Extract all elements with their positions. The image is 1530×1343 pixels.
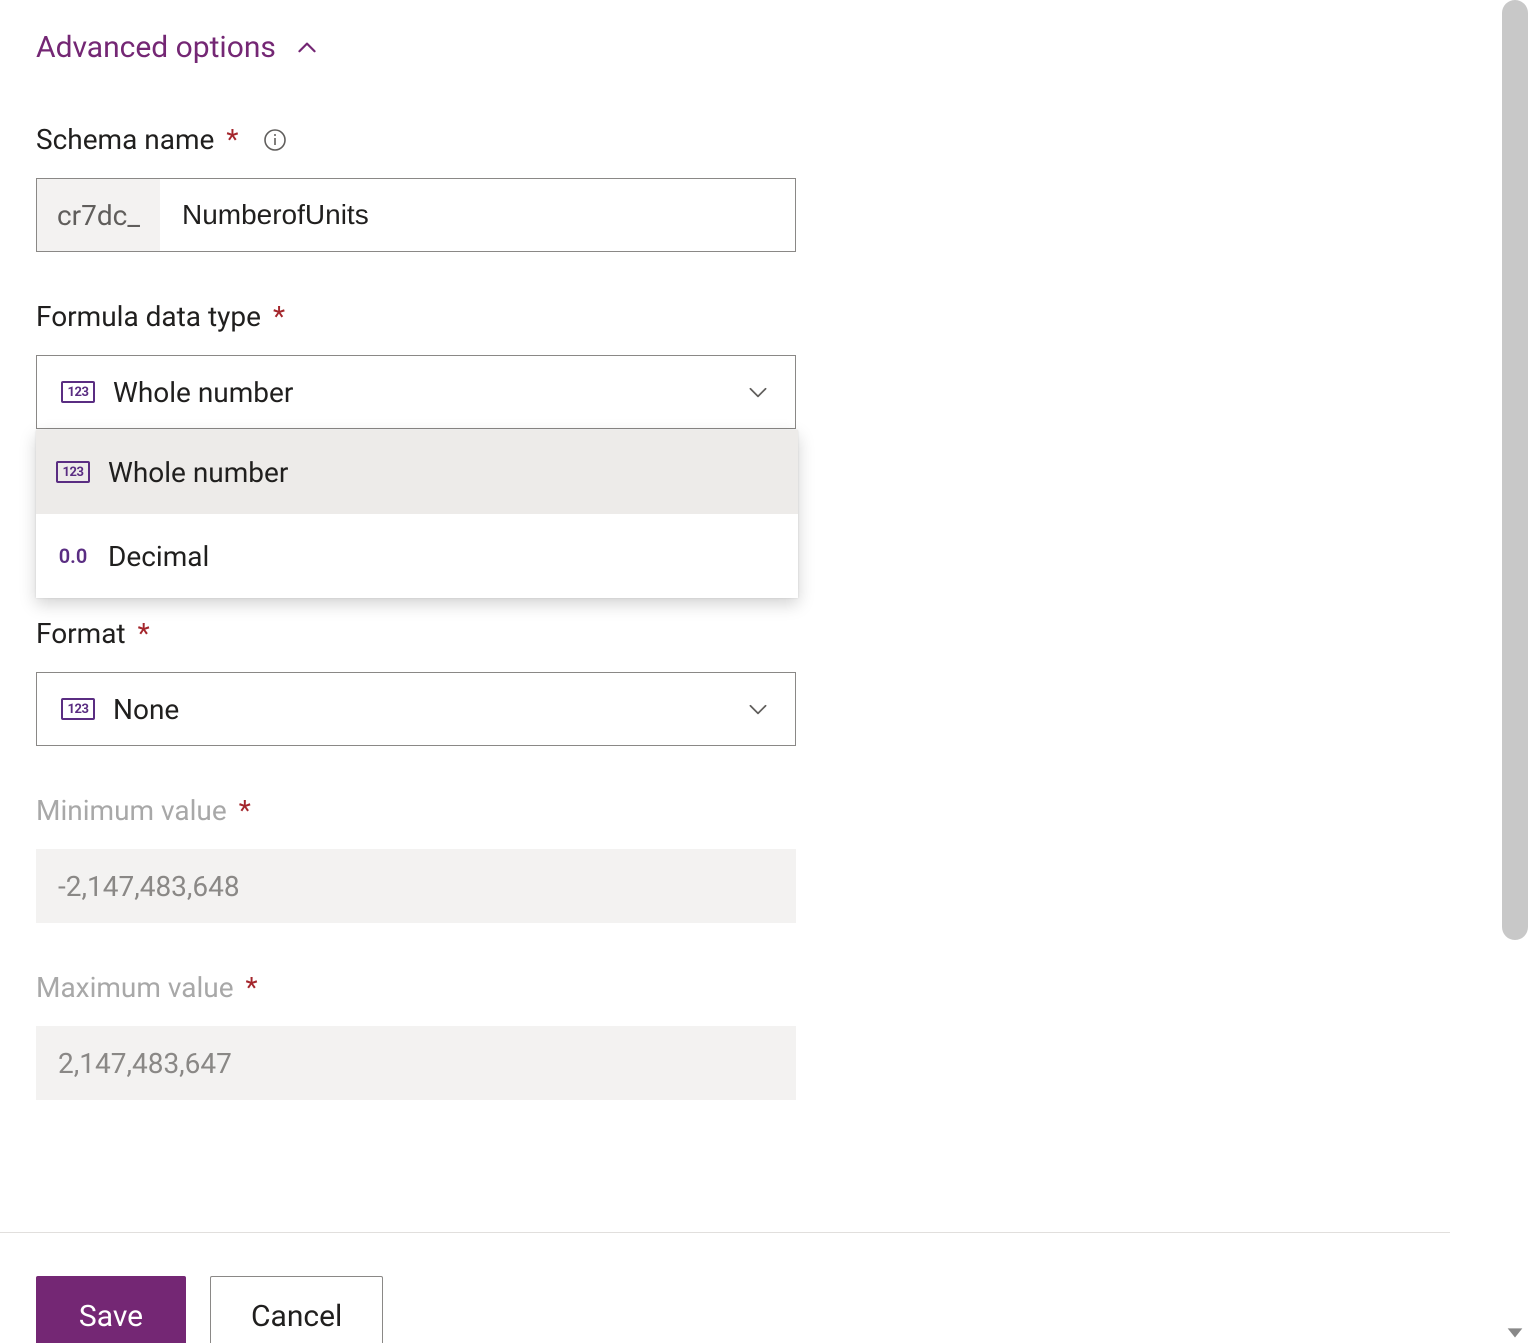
number-type-icon: 123 — [61, 381, 95, 403]
formula-data-type-select[interactable]: 123 Whole number 123 Whole number — [36, 355, 796, 429]
minimum-value-label: Minimum value — [36, 794, 227, 827]
cancel-button[interactable]: Cancel — [210, 1276, 383, 1343]
required-asterisk: * — [273, 303, 285, 331]
format-label: Format — [36, 617, 126, 650]
schema-name-label: Schema name — [36, 123, 214, 156]
formula-data-type-label: Formula data type — [36, 300, 261, 333]
chevron-up-icon — [294, 35, 320, 61]
chevron-down-icon — [745, 696, 771, 722]
required-asterisk: * — [246, 974, 258, 1002]
footer: Save Cancel — [36, 1276, 383, 1343]
save-button[interactable]: Save — [36, 1276, 186, 1343]
dropdown-option-label: Whole number — [108, 456, 288, 489]
scroll-down-arrow-icon[interactable] — [1504, 1321, 1526, 1343]
number-type-icon: 123 — [56, 461, 90, 483]
formula-data-type-selected: Whole number — [113, 376, 745, 409]
formula-data-type-dropdown: 123 Whole number 0.0 Decimal — [36, 430, 798, 598]
schema-name-field-group: Schema name * cr7dc_ — [36, 123, 1454, 252]
format-field-group: Format * 123 None — [36, 617, 1454, 746]
footer-divider — [0, 1232, 1450, 1233]
maximum-value-text: 2,147,483,647 — [58, 1047, 232, 1080]
chevron-down-icon — [745, 379, 771, 405]
minimum-value-field-group: Minimum value * -2,147,483,648 — [36, 794, 1454, 923]
scrollbar-thumb[interactable] — [1502, 0, 1528, 940]
advanced-options-toggle[interactable]: Advanced options — [36, 30, 320, 65]
formula-data-type-field-group: Formula data type * 123 Whole number — [36, 300, 1454, 429]
required-asterisk: * — [138, 620, 150, 648]
decimal-type-icon: 0.0 — [56, 545, 90, 567]
required-asterisk: * — [239, 797, 251, 825]
maximum-value-field-group: Maximum value * 2,147,483,647 — [36, 971, 1454, 1100]
dropdown-option-whole-number[interactable]: 123 Whole number — [36, 430, 798, 514]
dropdown-option-decimal[interactable]: 0.0 Decimal — [36, 514, 798, 598]
number-type-icon: 123 — [61, 698, 95, 720]
dropdown-option-label: Decimal — [108, 540, 209, 573]
advanced-options-label: Advanced options — [36, 30, 276, 65]
minimum-value-text: -2,147,483,648 — [58, 870, 240, 903]
info-icon[interactable] — [262, 127, 288, 153]
maximum-value-input: 2,147,483,647 — [36, 1026, 796, 1100]
schema-name-input-wrap: cr7dc_ — [36, 178, 796, 252]
format-select[interactable]: 123 None — [36, 672, 796, 746]
maximum-value-label: Maximum value — [36, 971, 234, 1004]
schema-name-input[interactable] — [160, 179, 795, 251]
schema-name-prefix: cr7dc_ — [37, 179, 160, 251]
minimum-value-input: -2,147,483,648 — [36, 849, 796, 923]
required-asterisk: * — [226, 126, 238, 154]
vertical-scrollbar[interactable] — [1500, 0, 1530, 1343]
format-selected: None — [113, 693, 745, 726]
